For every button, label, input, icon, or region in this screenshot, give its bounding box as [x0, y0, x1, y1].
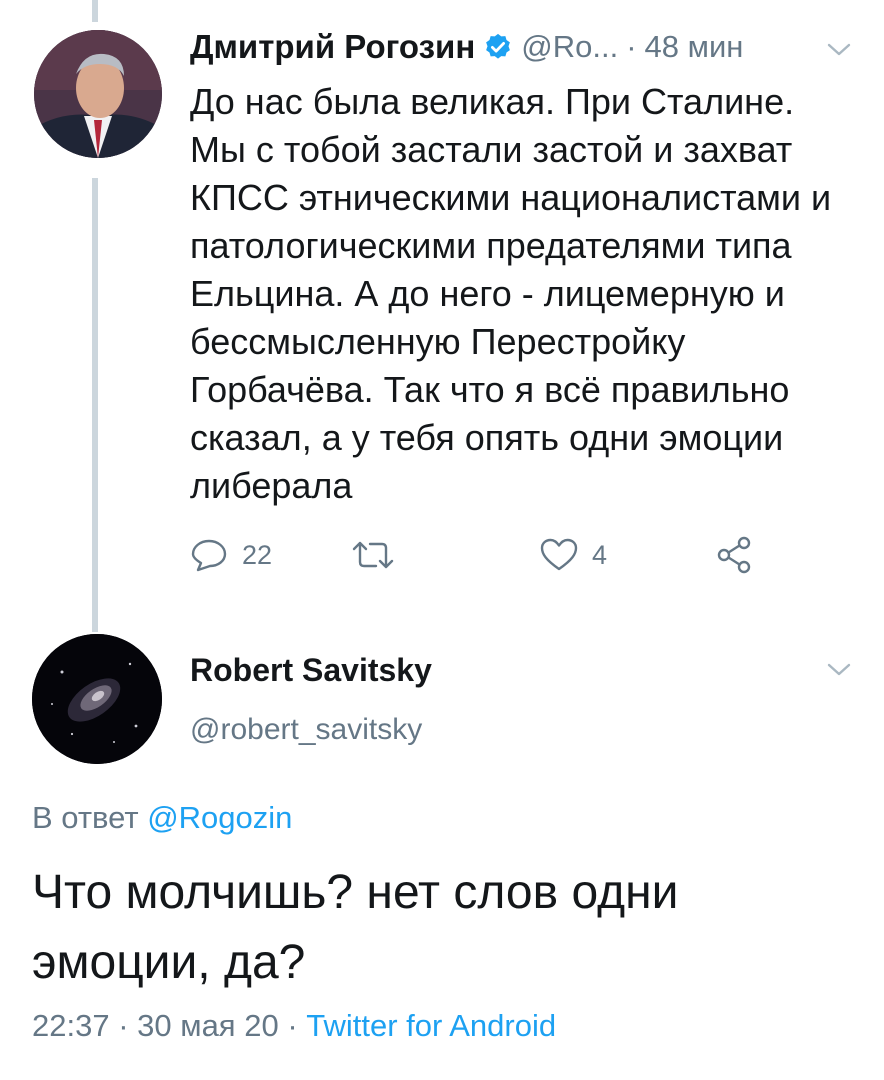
retweet-icon: [352, 541, 394, 569]
reply-to-mention[interactable]: @Rogozin: [147, 800, 292, 835]
author-handle[interactable]: @Ro...: [521, 29, 618, 65]
reply-to-line: В ответ @Rogozin: [32, 800, 292, 836]
tweet-source-link[interactable]: Twitter for Android: [306, 1008, 556, 1043]
reply-to-label: В ответ: [32, 800, 139, 835]
tweet-text-line: Мы с тобой застали застой и захват: [190, 129, 793, 170]
tweet-header: Дмитрий Рогозин @Ro... · 48 мин: [190, 22, 743, 72]
verified-badge-icon: [486, 33, 511, 59]
tweet-text-line: Ельцина. А до него - лицемерную и: [190, 273, 785, 314]
reply-tweet-text: Что молчишь? нет слов одни эмоции, да?: [32, 858, 862, 998]
thread-connector: [92, 178, 98, 632]
tweet-text-line: бессмысленную Перестройку: [190, 321, 686, 362]
share-icon: [717, 536, 751, 574]
author-name[interactable]: Дмитрий Рогозин: [190, 28, 475, 66]
tweet-text-line: сказал, а у тебя опять одни эмоции: [190, 417, 784, 458]
reply-author-name[interactable]: Robert Savitsky: [190, 652, 432, 689]
avatar-savitsky[interactable]: [32, 634, 162, 764]
tweet-text-line: патологическими предателями типа: [190, 225, 792, 266]
thread-connector-top: [92, 0, 98, 22]
like-count: 4: [592, 539, 608, 570]
separator-dot: ·: [118, 1008, 129, 1043]
reply-button[interactable]: 22: [190, 530, 272, 580]
tweet-text-line: либерала: [190, 465, 353, 506]
heart-icon: [540, 538, 578, 571]
retweet-button[interactable]: [350, 530, 410, 580]
tweet-text-line: До нас была великая. При Сталине.: [190, 81, 795, 122]
tweet-text-line: КПСС этническими националистами и: [190, 177, 832, 218]
tweet-text-line: Горбачёва. Так что я всё правильно: [190, 369, 790, 410]
tweet-timestamp[interactable]: 22:37: [32, 1008, 110, 1043]
tweet-time[interactable]: 48 мин: [645, 29, 744, 65]
separator-dot: ·: [626, 29, 637, 64]
reply-author-handle[interactable]: @robert_savitsky: [190, 713, 422, 747]
tweet-actions: 22 4: [190, 530, 790, 580]
share-button[interactable]: [715, 530, 755, 580]
chevron-down-icon[interactable]: [826, 660, 852, 680]
reply-text-line: эмоции, да?: [32, 936, 306, 989]
tweet-meta: 22:37 · 30 мая 20 · Twitter for Android: [32, 1008, 556, 1044]
reply-icon: [191, 539, 227, 572]
tweet-date[interactable]: 30 мая 20: [137, 1008, 279, 1043]
reply-count: 22: [242, 539, 273, 570]
like-button[interactable]: 4: [540, 530, 607, 580]
avatar-rogozin[interactable]: [34, 30, 162, 158]
tweet-text: До нас была великая. При Сталине. Мы с т…: [190, 78, 870, 510]
reply-text-line: Что молчишь? нет слов одни: [32, 866, 679, 919]
separator-dot: ·: [287, 1008, 298, 1043]
chevron-down-icon[interactable]: [826, 40, 852, 60]
